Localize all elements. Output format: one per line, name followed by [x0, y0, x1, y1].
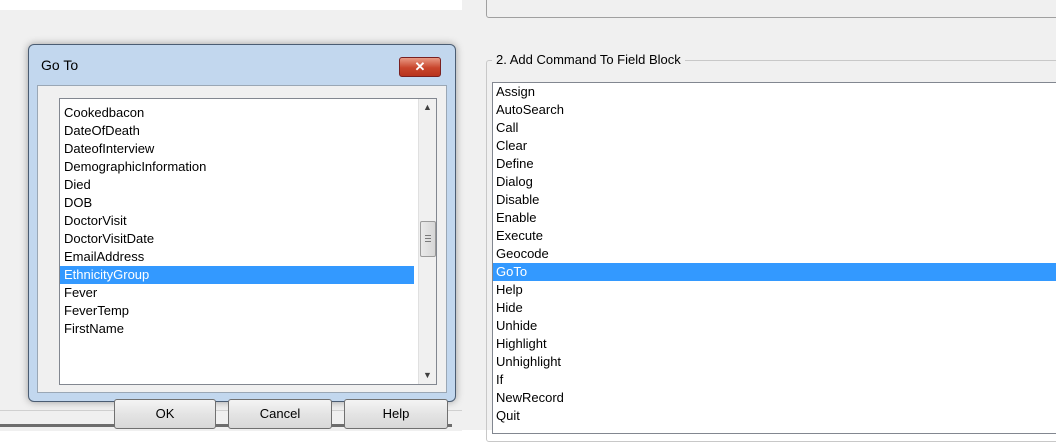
grip-line: [425, 241, 431, 242]
dialog-title: Go To: [41, 57, 79, 73]
goto-dialog: Go To ✕ Cookedbacon DateOfDeath DateofInte…: [28, 44, 456, 429]
close-button[interactable]: ✕: [399, 57, 441, 77]
close-icon: ✕: [414, 59, 426, 74]
command-list-item[interactable]: Geocode: [493, 245, 1056, 263]
command-group-title: 2. Add Command To Field Block: [492, 52, 685, 67]
field-list-item[interactable]: DOB: [60, 194, 414, 212]
grip-line: [425, 238, 431, 239]
field-list-item[interactable]: DoctorVisitDate: [60, 230, 414, 248]
command-list-item[interactable]: Unhide: [493, 317, 1056, 335]
command-list-item[interactable]: Unhighlight: [493, 353, 1056, 371]
field-list-item[interactable]: EmailAddress: [60, 248, 414, 266]
field-list-item[interactable]: FeverTemp: [60, 302, 414, 320]
command-list-item[interactable]: Clear: [493, 137, 1056, 155]
command-list-item[interactable]: Dialog: [493, 173, 1056, 191]
field-list-item[interactable]: DoctorVisit: [60, 212, 414, 230]
help-button[interactable]: Help: [344, 399, 448, 429]
cancel-button[interactable]: Cancel: [228, 399, 332, 429]
command-list-item[interactable]: Hide: [493, 299, 1056, 317]
field-list-item[interactable]: DemographicInformation: [60, 158, 414, 176]
field-list-item[interactable]: Cookedbacon: [60, 104, 414, 122]
command-list-item[interactable]: Help: [493, 281, 1056, 299]
command-list-item[interactable]: Execute: [493, 227, 1056, 245]
dialog-body: Cookedbacon DateOfDeath DateofInterview Dem…: [37, 85, 448, 429]
scroll-up-icon[interactable]: ▲: [419, 99, 436, 116]
ok-button[interactable]: OK: [114, 399, 216, 429]
command-list[interactable]: Assign AutoSearch Call Clear Define Dialog Dis…: [492, 82, 1056, 434]
command-list-item[interactable]: Assign: [493, 83, 1056, 101]
upper-group-box: [486, 0, 1056, 18]
command-list-item[interactable]: NewRecord: [493, 389, 1056, 407]
left-top-strip: [0, 0, 462, 10]
command-list-item[interactable]: Define: [493, 155, 1056, 173]
command-list-item[interactable]: Quit: [493, 407, 1056, 425]
command-list-item[interactable]: If: [493, 371, 1056, 389]
field-list-item[interactable]: EthnicityGroup: [60, 266, 414, 284]
field-list-items: Cookedbacon DateOfDeath DateofInterview Dem…: [60, 99, 414, 338]
field-list-item[interactable]: DateOfDeath: [60, 122, 414, 140]
command-list-item[interactable]: GoTo: [493, 263, 1056, 281]
grip-line: [425, 235, 431, 236]
command-list-item[interactable]: Disable: [493, 191, 1056, 209]
field-list-item[interactable]: Fever: [60, 284, 414, 302]
command-list-item[interactable]: AutoSearch: [493, 101, 1056, 119]
scroll-thumb[interactable]: [420, 221, 436, 257]
scroll-down-icon[interactable]: ▼: [419, 367, 436, 384]
field-list-item[interactable]: Died: [60, 176, 414, 194]
field-list-scrollbar[interactable]: ▲ ▼: [418, 99, 436, 384]
command-list-item[interactable]: Enable: [493, 209, 1056, 227]
field-list-item[interactable]: FirstName: [60, 320, 414, 338]
command-list-item[interactable]: Call: [493, 119, 1056, 137]
field-list-item[interactable]: DateofInterview: [60, 140, 414, 158]
field-list[interactable]: Cookedbacon DateOfDeath DateofInterview Dem…: [59, 98, 437, 385]
command-list-item[interactable]: Highlight: [493, 335, 1056, 353]
